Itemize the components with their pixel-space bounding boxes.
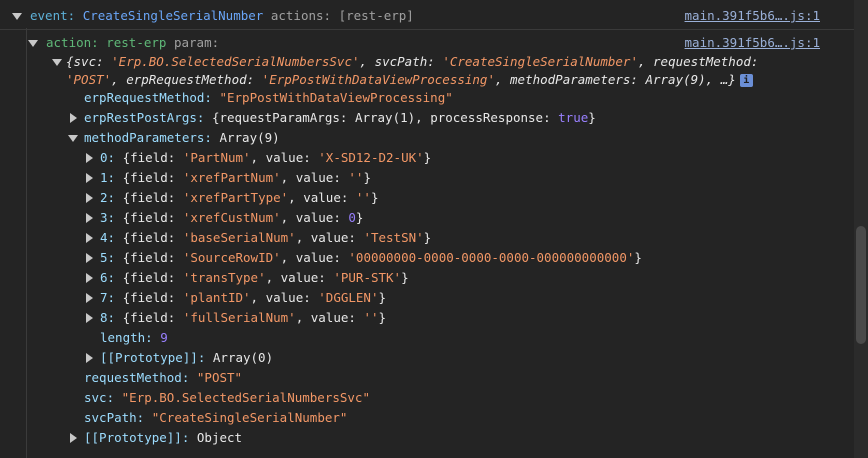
list-item[interactable]: 4: {field: 'baseSerialNum', value: 'Test… [0,228,868,248]
prop-methodParameters[interactable]: methodParameters: Array(9) [0,128,868,148]
expand-toggle-icon[interactable] [86,353,93,363]
expand-toggle-icon[interactable] [86,173,93,183]
item-text: 4: {field: 'baseSerialNum', value: 'Test… [100,230,432,245]
list-item[interactable]: 1: {field: 'xrefPartNum', value: ''} [0,168,868,188]
expand-toggle-icon[interactable] [86,313,93,323]
prop-requestMethod: requestMethod: "POST" [84,370,243,385]
prop-object-prototype[interactable]: [[Prototype]]: Object [0,428,868,448]
expand-toggle-icon[interactable] [86,153,93,163]
list-item[interactable]: 5: {field: 'SourceRowID', value: '000000… [0,248,868,268]
expand-toggle-icon[interactable] [12,13,22,20]
prop-length: length: 9 [100,330,168,345]
item-text: 5: {field: 'SourceRowID', value: '000000… [100,250,642,265]
prop-svc: svc: "Erp.BO.SelectedSerialNumbersSvc" [84,390,370,405]
scrollbar-thumb[interactable] [856,226,866,344]
item-text: 0: {field: 'PartNum', value: 'X-SD12-D2-… [100,150,432,165]
prop-array-prototype[interactable]: [[Prototype]]: Array(0) [0,348,868,368]
prop-erpRequestMethod: erpRequestMethod: "ErpPostWithDataViewPr… [84,90,453,105]
expand-toggle-icon[interactable] [86,213,93,223]
item-text: 2: {field: 'xrefPartType', value: ''} [100,190,379,205]
object-summary-cont: 'POST', erpRequestMethod: 'ErpPostWithDa… [0,70,868,90]
expand-toggle-icon[interactable] [28,40,38,47]
summary-line-1: {svc: 'Erp.BO.SelectedSerialNumbersSvc',… [66,54,759,69]
prop-svcPath: svcPath: "CreateSingleSerialNumber" [84,410,348,425]
list-item[interactable]: 2: {field: 'xrefPartType', value: ''} [0,188,868,208]
expand-toggle-icon[interactable] [86,273,93,283]
summary-line-2: 'POST', erpRequestMethod: 'ErpPostWithDa… [66,70,753,90]
list-item[interactable]: 7: {field: 'plantID', value: 'DGGLEN'} [0,288,868,308]
item-text: 7: {field: 'plantID', value: 'DGGLEN'} [100,290,387,305]
expand-toggle-icon[interactable] [68,135,78,142]
expand-toggle-icon[interactable] [70,113,77,123]
expand-toggle-icon[interactable] [86,293,93,303]
item-text: 3: {field: 'xrefCustNum', value: 0} [100,210,364,225]
separator [0,29,868,30]
event-group-header[interactable]: event: CreateSingleSerialNumber actions:… [0,6,868,26]
object-summary[interactable]: {svc: 'Erp.BO.SelectedSerialNumbersSvc',… [0,52,868,72]
scrollbar[interactable] [854,0,868,458]
expand-toggle-icon[interactable] [70,433,77,443]
action-text: action: rest-erp param: [46,35,220,50]
item-text: 8: {field: 'fullSerialNum', value: ''} [100,310,387,325]
prop-erpRestPostArgs[interactable]: erpRestPostArgs: {requestParamArgs: Arra… [0,108,868,128]
expand-toggle-icon[interactable] [86,193,93,203]
event-text: event: CreateSingleSerialNumber actions:… [30,8,414,23]
list-item[interactable]: 3: {field: 'xrefCustNum', value: 0} [0,208,868,228]
expand-toggle-icon[interactable] [86,233,93,243]
item-text: 6: {field: 'transType', value: 'PUR-STK'… [100,270,409,285]
expand-toggle-icon[interactable] [86,253,93,263]
list-item[interactable]: 8: {field: 'fullSerialNum', value: ''} [0,308,868,328]
expand-toggle-icon[interactable] [52,59,62,66]
source-link[interactable]: main.391f5b6….js:1 [685,33,820,53]
list-item[interactable]: 6: {field: 'transType', value: 'PUR-STK'… [0,268,868,288]
info-icon[interactable]: i [739,74,753,87]
item-text: 1: {field: 'xrefPartNum', value: ''} [100,170,371,185]
list-item[interactable]: 0: {field: 'PartNum', value: 'X-SD12-D2-… [0,148,868,168]
action-group-header[interactable]: action: rest-erp param: main.391f5b6….js… [0,33,868,53]
source-link[interactable]: main.391f5b6….js:1 [685,6,820,26]
